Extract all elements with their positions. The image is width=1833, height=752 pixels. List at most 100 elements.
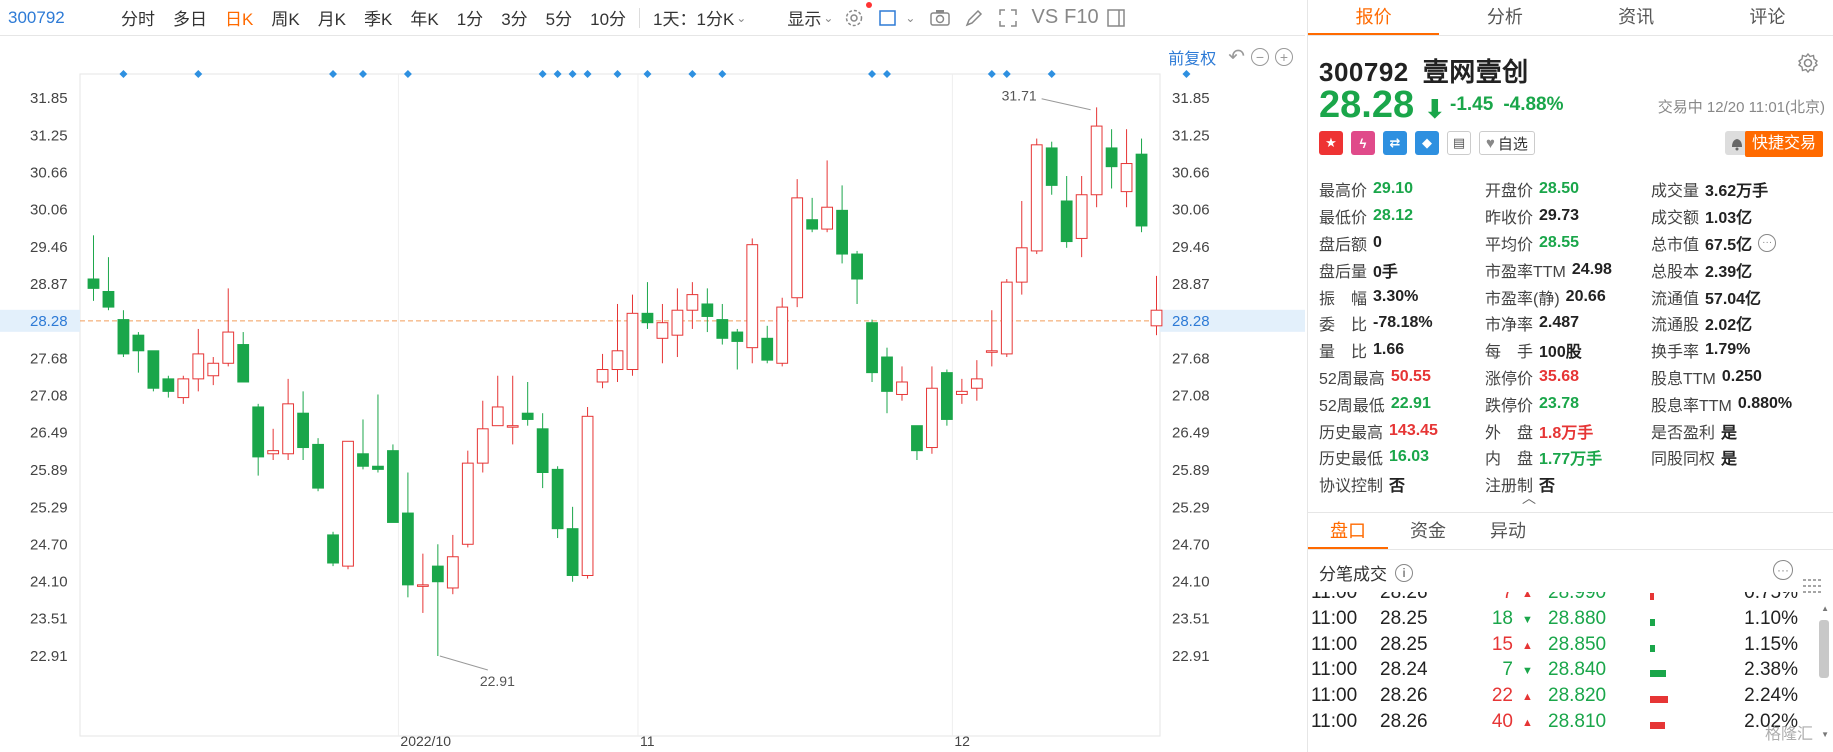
tab-panel[interactable]: 资讯 (1571, 0, 1702, 35)
chevron-down-icon[interactable]: ⌄ (736, 11, 746, 25)
scrollbar[interactable] (1819, 620, 1829, 678)
candle-body (491, 406, 504, 427)
sidebar-toggle-icon[interactable] (1105, 7, 1127, 29)
period-select[interactable]: 1天：1分K (644, 5, 736, 30)
tick-time: 11:00 (1311, 633, 1358, 655)
tick-level-price: 28.810 (1548, 711, 1607, 732)
candle-body (267, 450, 280, 455)
candle-body (327, 534, 339, 564)
tick-percent: 2.38% (1744, 659, 1798, 681)
chevron-down-icon[interactable]: ⌄ (823, 11, 833, 25)
ticks-list[interactable]: 11:00 28.26 7 ▲ 28.990 0.75% 11:00 28.25 18 ▼ 28.8… (1308, 592, 1818, 752)
camera-icon[interactable] (929, 7, 951, 29)
max-leader (1041, 98, 1091, 111)
candle-body (731, 331, 744, 342)
kline-chart[interactable]: 31.85 31.85 31.25 31.25 30.66 30.66 30.06 30.06… (0, 36, 1305, 752)
quote-label: 是否盈利 (1651, 424, 1716, 442)
event-marker (1047, 70, 1056, 78)
tab-panel[interactable]: 报价 (1308, 0, 1440, 35)
quick-trade-button[interactable]: 快捷交易 (1744, 131, 1823, 157)
last-price: 28.28 (1319, 84, 1415, 126)
candle-body (686, 294, 699, 311)
tab-timeframe[interactable]: 10分 (581, 5, 635, 30)
quote-cell: 成交量 3.62万手 (1651, 177, 1829, 201)
reset-icon[interactable]: ↶ (1228, 44, 1245, 69)
pencil-icon[interactable] (963, 7, 985, 29)
zoom-in-icon[interactable]: + (1275, 47, 1293, 66)
lightning-icon[interactable]: ϟ (1351, 131, 1375, 155)
chevron-up-icon[interactable]: ︿ (1522, 488, 1536, 508)
candle-body (746, 244, 759, 349)
quote-label: 盘后量 (1319, 263, 1368, 281)
tick-price: 28.26 (1380, 685, 1428, 707)
tab-subpanel[interactable]: 异动 (1468, 513, 1548, 549)
adjust-button[interactable]: 前复权 (1168, 45, 1216, 69)
change-percent: -4.88% (1503, 94, 1564, 115)
watchlist-button[interactable]: ♥ 自选 (1479, 131, 1535, 155)
tick-volume-bar (1650, 618, 1655, 626)
quote-value: 67.5亿 (1705, 236, 1753, 254)
more-icon[interactable]: ··· (1758, 233, 1777, 252)
tab-timeframe[interactable]: 多日 (164, 5, 216, 30)
quote-cell: 外 盘 1.8万手 (1485, 419, 1651, 443)
quote-value: 100股 (1539, 344, 1582, 362)
tag-icon[interactable]: ◆ (1415, 131, 1439, 155)
tick-time: 11:00 (1311, 711, 1358, 732)
quote-value: 28.55 (1539, 233, 1580, 251)
quote-label: 历史最高 (1319, 424, 1384, 442)
tab-timeframe[interactable]: 1分 (448, 5, 492, 30)
tab-timeframe[interactable]: 3分 (492, 5, 536, 30)
candle-body (1150, 309, 1163, 327)
tick-level-price: 28.990 (1548, 592, 1607, 603)
candle-body (431, 565, 444, 583)
kline-chart-svg[interactable]: 31.85 31.85 31.25 31.25 30.66 30.66 30.06 30.06… (0, 36, 1305, 752)
quote-cell: 涨停价 35.68 (1485, 365, 1651, 389)
scroll-down-icon[interactable]: ▼ (1821, 730, 1829, 739)
event-marker (987, 70, 996, 78)
quote-row: 振 幅 3.30% 市盈率(静) 20.66 流通值 57.04亿 (1319, 283, 1829, 310)
tab-panel[interactable]: 分析 (1439, 0, 1570, 35)
y-tick-label-right: 31.85 (1172, 90, 1210, 107)
quote-value: 20.66 (1565, 287, 1606, 305)
quote-value: 1.66 (1373, 341, 1405, 359)
tab-timeframe[interactable]: 年K (401, 5, 447, 30)
settings-icon[interactable] (843, 7, 865, 29)
tab-timeframe[interactable]: 日K (216, 5, 262, 30)
chevron-down-icon[interactable]: ⌄ (905, 11, 915, 25)
quote-label: 盘后额 (1319, 236, 1368, 254)
event-marker (403, 70, 412, 78)
fullscreen-icon[interactable] (997, 7, 1019, 29)
vs-button[interactable]: VS (1031, 6, 1058, 29)
tab-subpanel[interactable]: 盘口 (1308, 513, 1388, 549)
zoom-out-icon[interactable]: − (1251, 47, 1269, 66)
y-tick-label: 24.70 (30, 536, 68, 553)
f10-button[interactable]: F10 (1064, 6, 1098, 29)
tab-timeframe[interactable]: 分时 (112, 5, 164, 30)
stock-name: 壹网壹创 (1422, 57, 1529, 87)
tab-subpanel[interactable]: 资金 (1388, 513, 1468, 549)
tab-timeframe[interactable]: 季K (355, 5, 401, 30)
candle-body (1075, 194, 1088, 239)
quote-row: 最高价 29.10 开盘价 28.50 成交量 3.62万手 (1319, 176, 1829, 203)
scroll-up-icon[interactable]: ▲ (1821, 604, 1829, 613)
bookmark-icon[interactable]: ▤ (1447, 131, 1471, 155)
candle-body (416, 584, 429, 587)
info-icon[interactable]: i (1395, 563, 1413, 582)
display-button[interactable]: 显示 (778, 5, 823, 30)
tab-timeframe[interactable]: 5分 (537, 5, 581, 30)
tab-timeframe[interactable]: 周K (262, 5, 308, 30)
arrow-down-icon: ⬇ (1424, 94, 1446, 124)
candle-body (941, 372, 953, 420)
tick-level-price: 28.820 (1548, 685, 1607, 707)
tab-panel[interactable]: 评论 (1702, 0, 1833, 35)
quote-label: 每 手 (1485, 344, 1534, 362)
more-icon[interactable]: ··· (1773, 560, 1793, 580)
watermark: 格隆汇 (1764, 726, 1813, 743)
quote-value: 29.10 (1373, 180, 1414, 198)
shuffle-icon[interactable]: ⇄ (1383, 131, 1407, 155)
tab-timeframe[interactable]: 月K (309, 5, 355, 30)
quote-row: 最低价 28.12 昨收价 29.73 成交额 1.03亿 (1319, 203, 1829, 230)
gear-icon[interactable] (1797, 52, 1819, 74)
rectangle-tool-icon[interactable] (877, 7, 899, 29)
triangle-down-icon: ▼ (1522, 613, 1533, 626)
